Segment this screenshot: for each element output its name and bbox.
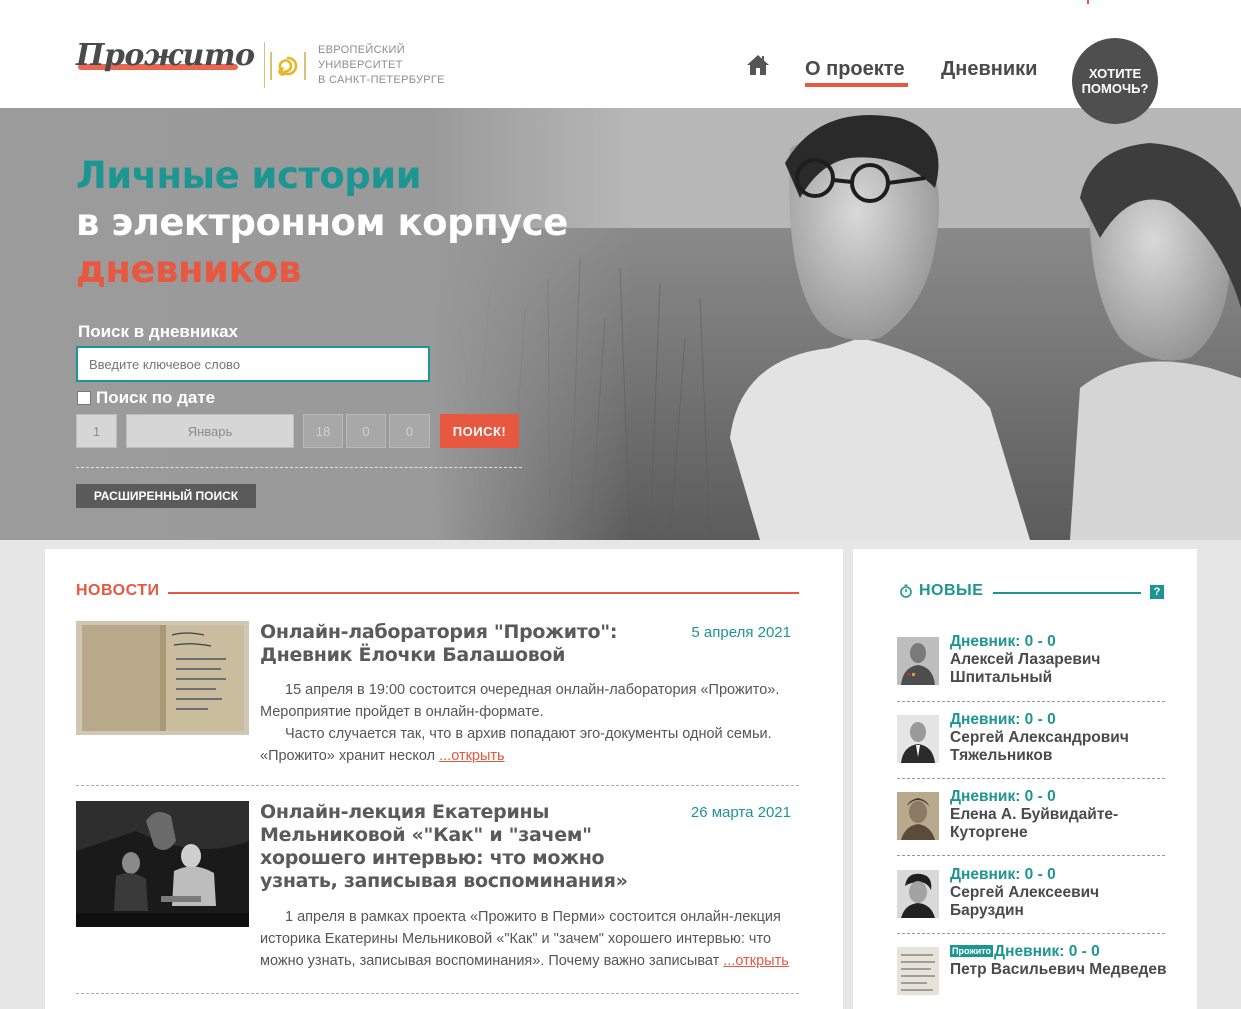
news-paragraph: Часто случается так, что в архив попадаю… — [260, 723, 800, 767]
home-icon[interactable] — [746, 54, 770, 76]
hero-title-line3: дневников — [76, 248, 301, 291]
news-title[interactable]: Онлайн-лаборатория "Прожито": Дневник Ёл… — [260, 621, 680, 667]
diary-author-name[interactable]: Елена А. Буйвидайте-Куторгене — [950, 806, 1170, 842]
nav-diaries[interactable]: Дневники — [941, 56, 1037, 82]
corner-mark — [1087, 0, 1089, 4]
read-more-link[interactable]: ...открыть — [439, 748, 505, 764]
new-diaries-rule — [993, 592, 1141, 594]
news-paragraph: 15 апреля в 19:00 состоится очередная он… — [260, 682, 780, 720]
news-paragraph-text: Часто случается так, что в архив попадаю… — [260, 726, 772, 764]
want-to-help-button[interactable]: ХОТИТЕ ПОМОЧЬ? — [1072, 38, 1158, 124]
news-paragraph-text: 1 апреля в рамках проекта «Прожито в Пер… — [260, 909, 781, 969]
news-heading-rule — [168, 592, 799, 594]
new-diaries-heading: НОВЫЕ — [919, 582, 984, 599]
date-day-select[interactable]: 1 — [76, 414, 117, 448]
diary-separator — [897, 933, 1165, 934]
diary-label[interactable]: Прожито Дневник: 0 - 0 — [950, 943, 1100, 961]
news-paragraph: 1 апреля в рамках проекта «Прожито в Пер… — [260, 906, 800, 972]
search-button[interactable]: ПОИСК! — [440, 414, 519, 448]
news-separator — [76, 785, 799, 786]
news-date: 26 марта 2021 — [690, 804, 791, 821]
date-month-select[interactable]: Январь — [126, 414, 294, 448]
diary-portrait — [897, 792, 939, 840]
diary-list-item[interactable]: Прожито Дневник: 0 - 0 Петр Васильевич Ме… — [897, 943, 1167, 1003]
diary-list-item[interactable]: Дневник: 0 - 0 Сергей Александрович Тяже… — [897, 711, 1167, 771]
nav-active-underline — [805, 83, 908, 87]
search-input[interactable] — [76, 346, 430, 382]
diary-list-item[interactable]: Дневник: 0 - 0 Алексей Лазаревич Шпиталь… — [897, 633, 1167, 693]
news-excerpt: 1 апреля в рамках проекта «Прожито в Пер… — [260, 906, 800, 972]
help-button-line2: ПОМОЧЬ? — [1081, 81, 1149, 96]
news-excerpt: 15 апреля в 19:00 состоится очередная он… — [260, 679, 800, 767]
date-minute-input[interactable]: 0 — [389, 414, 430, 448]
stopwatch-icon — [900, 584, 912, 598]
help-icon[interactable]: ? — [1150, 585, 1164, 599]
diary-author-name[interactable]: Сергей Алексеевич Баруздин — [950, 884, 1170, 920]
date-year-input[interactable]: 18 — [303, 414, 343, 448]
diary-portrait — [897, 637, 939, 685]
news-panel: НОВОСТИ Онлайн-лаборатория "Прожито": Дн… — [45, 549, 843, 1009]
diary-author-name[interactable]: Сергей Александрович Тяжельников — [950, 729, 1170, 765]
diary-separator — [897, 778, 1165, 779]
diary-separator — [897, 855, 1165, 856]
news-title[interactable]: Онлайн-лекция Екатерины Мельниковой «"Ка… — [260, 801, 680, 893]
diary-author-name[interactable]: Алексей Лазаревич Шпитальный — [950, 651, 1170, 687]
date-search-label[interactable]: Поиск по дате — [96, 388, 215, 408]
diary-portrait — [897, 715, 939, 763]
diary-author-name[interactable]: Петр Васильевич Медведев — [950, 961, 1170, 979]
read-more-link[interactable]: ...открыть — [723, 953, 789, 969]
hero-title: Личные истории в электронном корпусе дне… — [76, 152, 568, 293]
news-separator — [76, 993, 799, 994]
news-date: 5 апреля 2021 — [691, 624, 791, 641]
diary-portrait — [897, 870, 939, 918]
search-divider — [76, 467, 522, 468]
advanced-search-button[interactable]: РАСШИРЕННЫЙ ПОИСК — [76, 484, 256, 508]
diary-list-item[interactable]: Дневник: 0 - 0 Елена А. Буйвидайте-Кутор… — [897, 788, 1167, 848]
news-heading: НОВОСТИ — [76, 582, 160, 599]
help-button-line1: ХОТИТЕ — [1088, 66, 1142, 81]
diary-list-item[interactable]: Дневник: 0 - 0 Сергей Алексеевич Барузди… — [897, 866, 1167, 926]
logo-divider — [264, 42, 265, 88]
news-thumbnail[interactable] — [76, 621, 249, 735]
news-thumbnail[interactable] — [76, 801, 249, 927]
search-label: Поиск в дневниках — [78, 322, 239, 341]
hero-title-line2: в электронном корпусе — [76, 201, 568, 244]
diary-label[interactable]: Дневник: 0 - 0 — [950, 711, 1056, 729]
date-hour-input[interactable]: 0 — [346, 414, 386, 448]
diary-portrait — [897, 947, 939, 995]
university-emblem-icon[interactable] — [270, 50, 306, 82]
site-header: Прожито ЕВРОПЕЙСКИЙ УНИВЕРСИТЕТ В САНКТ-… — [0, 0, 1241, 124]
nav-about[interactable]: О проекте — [805, 56, 905, 82]
diary-label[interactable]: Дневник: 0 - 0 — [950, 788, 1056, 806]
site-logo[interactable]: Прожито — [76, 38, 255, 74]
diary-label[interactable]: Дневник: 0 - 0 — [950, 633, 1056, 651]
date-search-checkbox[interactable] — [77, 391, 91, 405]
university-name[interactable]: ЕВРОПЕЙСКИЙ УНИВЕРСИТЕТ В САНКТ-ПЕТЕРБУР… — [318, 43, 445, 88]
diary-separator — [897, 701, 1165, 702]
new-diaries-panel: НОВЫЕ ? Дневник: 0 - 0 Алексей Лазаревич… — [853, 549, 1197, 1009]
hero-banner: Личные истории в электронном корпусе дне… — [0, 108, 1241, 540]
news-item: Онлайн-лаборатория "Прожито": Дневник Ёл… — [76, 621, 799, 771]
diary-label-text: Дневник: 0 - 0 — [994, 943, 1100, 960]
news-item: Онлайн-лекция Екатерины Мельниковой «"Ка… — [76, 801, 799, 981]
hero-title-line1: Личные истории — [76, 154, 422, 197]
prozhito-badge: Прожито — [950, 945, 994, 957]
diary-label[interactable]: Дневник: 0 - 0 — [950, 866, 1056, 884]
